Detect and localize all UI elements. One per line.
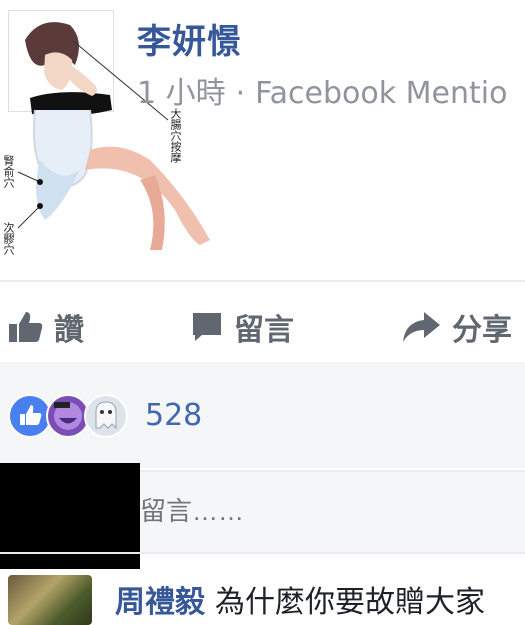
thumbs-up-icon xyxy=(9,312,43,342)
meta-separator: · xyxy=(235,76,246,111)
share-icon xyxy=(403,312,440,342)
comment-button[interactable]: 留言 xyxy=(190,305,294,349)
post-source[interactable]: Facebook Mentio xyxy=(255,76,507,111)
like-button[interactable]: 讚 xyxy=(8,305,84,349)
reactions-bar[interactable]: 528 xyxy=(0,368,525,468)
comment-body: 為什麼你要故贈大家 xyxy=(215,585,485,620)
comment-label: 留言 xyxy=(234,313,294,348)
ghost-reaction-icon xyxy=(84,394,128,438)
annotation-dachang: 大腸穴按摩 xyxy=(169,108,182,163)
annotation-shenshu: 腎俞穴 xyxy=(2,155,15,188)
share-label: 分享 xyxy=(452,313,512,348)
like-label: 讚 xyxy=(54,313,84,348)
divider xyxy=(0,552,525,554)
reaction-count[interactable]: 528 xyxy=(145,398,202,433)
post-time[interactable]: 1 小時 xyxy=(137,76,226,111)
post-meta: 1 小時 · Facebook Mentio xyxy=(137,68,507,112)
author-name[interactable]: 李妍憬 xyxy=(137,14,242,63)
share-button[interactable]: 分享 xyxy=(400,305,512,349)
comment-text: 周禮毅 為什麼你要故贈大家 xyxy=(115,577,485,621)
comment-item: 周禮毅 為什麼你要故贈大家 xyxy=(0,565,525,625)
divider xyxy=(0,280,525,282)
comment-input[interactable] xyxy=(140,496,520,527)
commenter-name[interactable]: 周禮毅 xyxy=(115,585,205,620)
action-bar: 讚 留言 分享 xyxy=(0,290,525,360)
reaction-icons xyxy=(8,394,128,438)
commenter-avatar[interactable] xyxy=(8,575,92,625)
comment-icon xyxy=(193,313,221,341)
post-header: 大腸穴按摩 腎俞穴 次髎穴 李妍憬 1 小時 · Facebook Mentio xyxy=(0,0,525,280)
annotation-ciliao: 次髎穴 xyxy=(2,222,15,255)
